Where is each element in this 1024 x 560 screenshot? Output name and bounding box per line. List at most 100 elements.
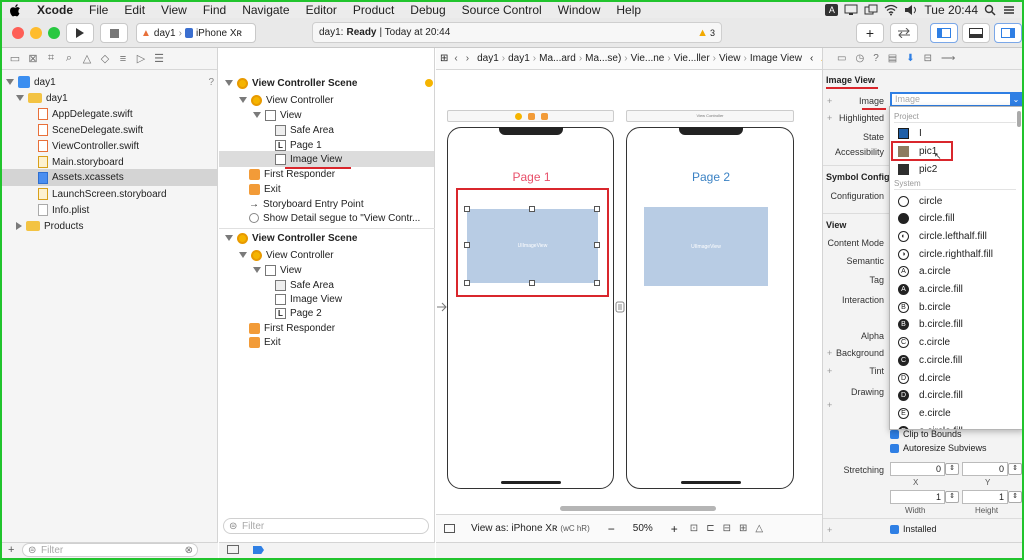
menu-find[interactable]: Find xyxy=(195,3,234,17)
file-row[interactable]: Info.plist xyxy=(38,202,89,218)
dropdown-symbol-item[interactable]: Bb.circle.fill xyxy=(890,316,1023,334)
nav-prev-icon[interactable]: ‹ xyxy=(810,53,813,64)
add-variation-icon[interactable]: + xyxy=(827,96,832,106)
dropdown-arrow-icon[interactable]: ⌄ xyxy=(1010,94,1022,105)
stepper[interactable]: ⇕ xyxy=(1008,491,1022,503)
file-row[interactable]: AppDelegate.swift xyxy=(38,106,133,122)
input-source-icon[interactable]: A xyxy=(825,4,839,16)
dropdown-symbol-item[interactable]: Aa.circle xyxy=(890,263,1023,281)
disclosure-open-icon[interactable] xyxy=(225,235,233,241)
embed-icon[interactable]: ⊏ xyxy=(706,523,714,534)
horizontal-scrollbar[interactable] xyxy=(560,506,716,511)
close-window-button[interactable] xyxy=(12,27,24,39)
stop-button[interactable] xyxy=(100,23,128,43)
outline-row[interactable]: Exit xyxy=(249,181,281,197)
file-inspector-icon[interactable]: ▭ xyxy=(837,53,846,64)
back-icon[interactable]: ‹ xyxy=(454,53,457,64)
screens-icon[interactable] xyxy=(864,4,878,16)
dropdown-symbol-item[interactable]: circle xyxy=(890,192,1023,210)
control-center-icon[interactable] xyxy=(1002,4,1016,16)
dropdown-symbol-item[interactable]: Dd.circle xyxy=(890,369,1023,387)
issue-tab-icon[interactable]: △ xyxy=(78,51,96,67)
add-variation-icon[interactable]: + xyxy=(827,366,832,376)
clip-to-bounds-checkbox[interactable] xyxy=(890,430,899,439)
zoom-window-button[interactable] xyxy=(48,27,60,39)
disclosure-open-icon[interactable] xyxy=(253,112,261,118)
dropdown-symbol-item[interactable]: Dd.circle.fill xyxy=(890,387,1023,405)
pin-icon[interactable]: ⊞ xyxy=(739,523,747,534)
spotlight-icon[interactable] xyxy=(984,4,996,16)
tree-row-products[interactable]: Products xyxy=(16,218,83,234)
view-as-label[interactable]: View as: iPhone Xʀ xyxy=(471,523,557,534)
breadcrumb-item[interactable]: Vie...ller xyxy=(674,53,710,64)
dropdown-symbol-item[interactable]: Aa.circle.fill xyxy=(890,281,1023,299)
disclosure-open-icon[interactable] xyxy=(225,80,233,86)
debug-tab-icon[interactable]: ≡ xyxy=(114,51,132,67)
menu-product[interactable]: Product xyxy=(345,3,402,17)
breadcrumb-item[interactable]: Vie...ne xyxy=(631,53,665,64)
stepper[interactable]: ⇕ xyxy=(945,463,959,475)
dropdown-symbol-item[interactable]: circle.fill xyxy=(890,210,1023,228)
exit-dock-icon[interactable] xyxy=(541,113,548,120)
attributes-inspector-icon[interactable]: ⬇ xyxy=(906,53,914,64)
dropdown-symbol-item[interactable]: Ee.circle xyxy=(890,404,1023,422)
tag-icon[interactable] xyxy=(253,546,264,554)
dropdown-symbol-item[interactable]: Cc.circle.fill xyxy=(890,351,1023,369)
warning-badge[interactable]: ▲ 3 xyxy=(697,27,715,39)
add-variation-icon[interactable]: + xyxy=(827,525,832,535)
resolve-icon[interactable]: △ xyxy=(755,523,763,534)
test-tab-icon[interactable]: ◇ xyxy=(96,51,114,67)
help-inspector-icon[interactable]: ? xyxy=(873,53,879,64)
navigator-filter-input[interactable]: ⊜ Filter ⊗ xyxy=(22,543,198,557)
responder-dock-icon[interactable] xyxy=(528,113,535,120)
volume-icon[interactable] xyxy=(904,4,918,16)
breadcrumb-item[interactable]: View xyxy=(719,53,741,64)
disclosure-open-icon[interactable] xyxy=(16,95,24,101)
outline-row[interactable]: Show Detail segue to "View Contr... xyxy=(249,210,420,226)
menu-edit[interactable]: Edit xyxy=(116,3,153,17)
outline-row[interactable]: L Page 2 xyxy=(275,305,322,321)
outline-scene-1[interactable]: View Controller Scene xyxy=(225,75,433,91)
wifi-icon[interactable] xyxy=(884,4,898,16)
page1-label[interactable]: Page 1 xyxy=(448,170,615,184)
scene2-phone[interactable]: Page 2 UIImageView xyxy=(626,127,794,489)
outline-panel-icon[interactable] xyxy=(444,524,455,533)
autoresize-checkbox[interactable] xyxy=(890,444,899,453)
menu-view[interactable]: View xyxy=(153,3,195,17)
history-inspector-icon[interactable]: ◷ xyxy=(855,53,864,64)
scene1-phone[interactable]: Page 1 UIImageView xyxy=(447,127,614,489)
dropdown-item-pic2[interactable]: pic2 xyxy=(890,160,1023,178)
disclosure-open-icon[interactable] xyxy=(6,79,14,85)
breadcrumb-item[interactable]: day1 xyxy=(477,53,499,64)
menu-xcode[interactable]: Xcode xyxy=(29,3,81,17)
view-controller-dock-icon[interactable] xyxy=(515,113,522,120)
breadcrumb-item[interactable]: Ma...ard xyxy=(539,53,576,64)
scene1-dock[interactable] xyxy=(447,110,614,122)
add-variation-icon[interactable]: + xyxy=(827,113,832,123)
find-tab-icon[interactable]: ⌕ xyxy=(60,51,78,67)
disclosure-open-icon[interactable] xyxy=(253,267,261,273)
outline-row[interactable]: View Controller xyxy=(239,247,334,263)
menu-window[interactable]: Window xyxy=(550,3,609,17)
display-icon[interactable] xyxy=(844,4,858,16)
file-row[interactable]: LaunchScreen.storyboard xyxy=(38,186,167,202)
zoom-out-icon[interactable]: − xyxy=(608,522,615,536)
segue-connector-icon[interactable] xyxy=(615,300,625,314)
outline-row[interactable]: Safe Area xyxy=(275,122,334,138)
image-view-2[interactable]: UIImageView xyxy=(644,207,768,286)
align-icon[interactable]: ⊟ xyxy=(723,523,731,534)
add-variation-icon[interactable]: + xyxy=(827,348,832,358)
outline-row[interactable]: View xyxy=(253,107,302,123)
tree-row-group[interactable]: day1 xyxy=(16,90,68,106)
dropdown-symbol-item[interactable]: Ee.circle.fill xyxy=(890,422,1023,429)
outline-row[interactable]: First Responder xyxy=(249,166,335,182)
image-field[interactable]: Image ⌄ xyxy=(890,92,1024,107)
run-button[interactable] xyxy=(66,23,94,43)
stretch-width-field[interactable]: 1 xyxy=(890,490,945,504)
outline-toggle-icon[interactable] xyxy=(227,545,239,554)
update-frames-icon[interactable]: ⊡ xyxy=(690,523,698,534)
outline-row[interactable]: View xyxy=(253,262,302,278)
disclosure-closed-icon[interactable] xyxy=(16,222,22,230)
navigator-toggle-button[interactable] xyxy=(930,23,958,43)
menu-navigate[interactable]: Navigate xyxy=(234,3,297,17)
